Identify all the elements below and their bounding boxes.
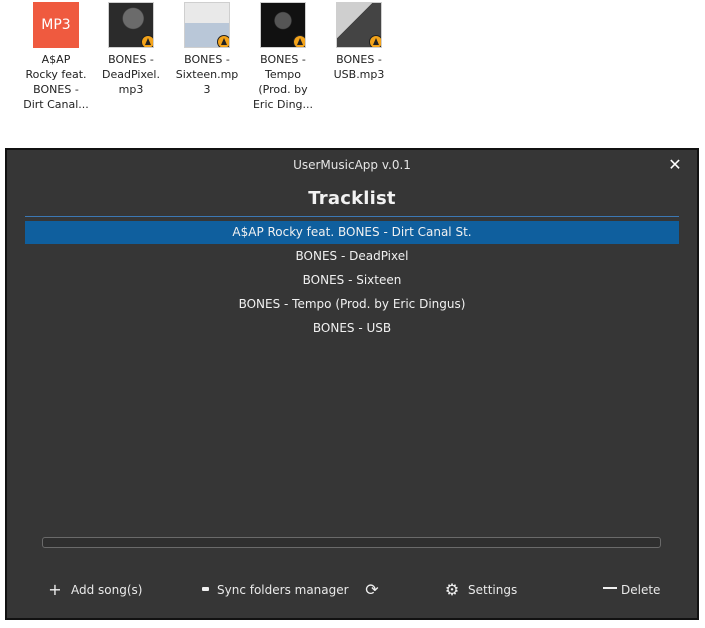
vlc-badge-icon bbox=[217, 35, 229, 47]
vlc-badge-icon bbox=[369, 35, 381, 47]
close-icon[interactable]: ✕ bbox=[667, 157, 683, 173]
desktop-file-icon[interactable]: BONES - DeadPixel. mp3 bbox=[94, 2, 168, 97]
desktop-file-label: BONES - DeadPixel. mp3 bbox=[102, 53, 160, 96]
mp3-icon-text: MP3 bbox=[41, 17, 71, 33]
desktop-file-icon[interactable]: MP3 A$AP Rocky feat. BONES - Dirt Canal.… bbox=[19, 2, 93, 112]
album-thumbnail bbox=[336, 2, 382, 48]
sync-folders-manager-button[interactable]: Sync folders manager bbox=[193, 577, 349, 603]
heading-divider bbox=[25, 216, 679, 217]
desktop-file-label: BONES - Sixteen.mp 3 bbox=[175, 53, 239, 96]
sync-folders-label: Sync folders manager bbox=[217, 583, 349, 597]
desktop-file-icon[interactable]: BONES - Sixteen.mp 3 bbox=[170, 2, 244, 97]
title-bar[interactable]: UserMusicApp v.0.1 ✕ bbox=[7, 150, 697, 180]
tracklist-heading: Tracklist bbox=[308, 188, 396, 209]
tracklist: A$AP Rocky feat. BONES - Dirt Canal St. … bbox=[25, 221, 679, 341]
track-item[interactable]: BONES - Sixteen bbox=[25, 269, 679, 292]
window-title: UserMusicApp v.0.1 bbox=[293, 158, 411, 172]
track-item[interactable]: A$AP Rocky feat. BONES - Dirt Canal St. bbox=[25, 221, 679, 244]
settings-label: Settings bbox=[468, 583, 518, 597]
desktop-file-label: BONES - Tempo (Prod. by Eric Ding... bbox=[252, 53, 314, 111]
vlc-badge-icon bbox=[141, 35, 153, 47]
delete-label: Delete bbox=[621, 583, 661, 597]
refresh-icon: ⟳ bbox=[365, 580, 379, 599]
vlc-badge-icon bbox=[293, 35, 305, 47]
delete-button[interactable]: Delete bbox=[597, 577, 660, 603]
settings-button[interactable]: ⚙ Settings bbox=[444, 577, 517, 603]
track-item[interactable]: BONES - DeadPixel bbox=[25, 245, 679, 268]
track-item[interactable]: BONES - USB bbox=[25, 317, 679, 340]
album-thumbnail bbox=[184, 2, 230, 48]
add-songs-label: Add song(s) bbox=[71, 583, 143, 597]
track-item[interactable]: BONES - Tempo (Prod. by Eric Dingus) bbox=[25, 293, 679, 316]
desktop-file-label: BONES - USB.mp3 bbox=[333, 53, 385, 81]
music-app-window: UserMusicApp v.0.1 ✕ Tracklist A$AP Rock… bbox=[5, 148, 699, 620]
gear-icon: ⚙ bbox=[444, 580, 460, 599]
desktop-file-label: A$AP Rocky feat. BONES - Dirt Canal... bbox=[23, 53, 89, 111]
add-songs-button[interactable]: + Add song(s) bbox=[47, 577, 142, 603]
album-thumbnail bbox=[260, 2, 306, 48]
desktop-file-icon[interactable]: BONES - Tempo (Prod. by Eric Ding... bbox=[246, 2, 320, 112]
plus-icon: + bbox=[48, 580, 62, 599]
album-thumbnail bbox=[108, 2, 154, 48]
playback-progress-bar[interactable] bbox=[42, 537, 661, 548]
bottom-toolbar: + Add song(s) Sync folders manager ⟳ ⚙ S… bbox=[7, 575, 697, 605]
refresh-button[interactable]: ⟳ bbox=[364, 577, 380, 603]
mp3-file-icon: MP3 bbox=[33, 2, 79, 48]
desktop-file-icon[interactable]: BONES - USB.mp3 bbox=[322, 2, 396, 82]
